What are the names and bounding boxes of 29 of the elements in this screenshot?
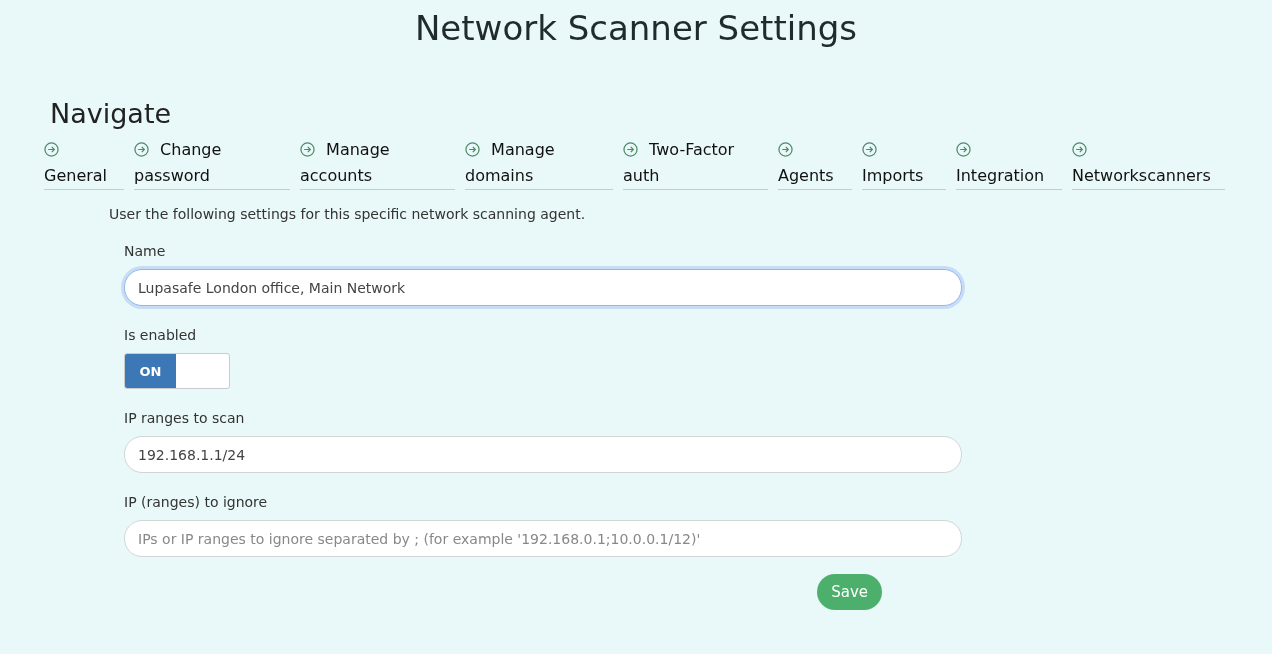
nav-link[interactable]: Change password	[134, 137, 290, 190]
arrow-circle-icon	[1072, 142, 1087, 157]
nav-link[interactable]: Manage domains	[465, 137, 613, 190]
arrow-circle-icon	[778, 142, 793, 157]
nav-link[interactable]: Manage accounts	[300, 137, 455, 190]
arrow-circle-icon	[300, 142, 315, 157]
nav-link[interactable]: Imports	[862, 137, 946, 190]
intro-text: User the following settings for this specific network scanning agent.	[109, 206, 586, 222]
arrow-circle-icon	[956, 142, 971, 157]
arrow-circle-icon	[44, 142, 59, 157]
toggle-switch[interactable]: ON	[124, 353, 230, 389]
field-label: Name	[124, 243, 166, 259]
field-label: IP ranges to scan	[124, 410, 245, 426]
nav-link[interactable]: General	[44, 137, 124, 190]
arrow-circle-icon	[134, 142, 149, 157]
nav-link[interactable]: Integration	[956, 137, 1062, 190]
field-label: IP (ranges) to ignore	[124, 494, 268, 510]
input-field[interactable]: IPs or IP ranges to ignore separated by ; (for example '192.168.0.1;10.0.0.1/12)'	[124, 520, 962, 557]
input-field[interactable]: Lupasafe London office, Main Network	[124, 269, 962, 306]
input-field[interactable]: 192.168.1.1/24	[124, 436, 962, 473]
arrow-circle-icon	[623, 142, 638, 157]
page-title: Network Scanner Settings	[414, 8, 858, 48]
arrow-circle-icon	[862, 142, 877, 157]
nav-link[interactable]: Agents	[778, 137, 852, 190]
field-label: Is enabled	[124, 327, 197, 343]
nav-link[interactable]: Networkscanners	[1072, 137, 1225, 190]
nav-link[interactable]: Two-Factor auth	[623, 137, 768, 190]
arrow-circle-icon	[465, 142, 480, 157]
nav-heading: Navigate	[50, 98, 172, 129]
